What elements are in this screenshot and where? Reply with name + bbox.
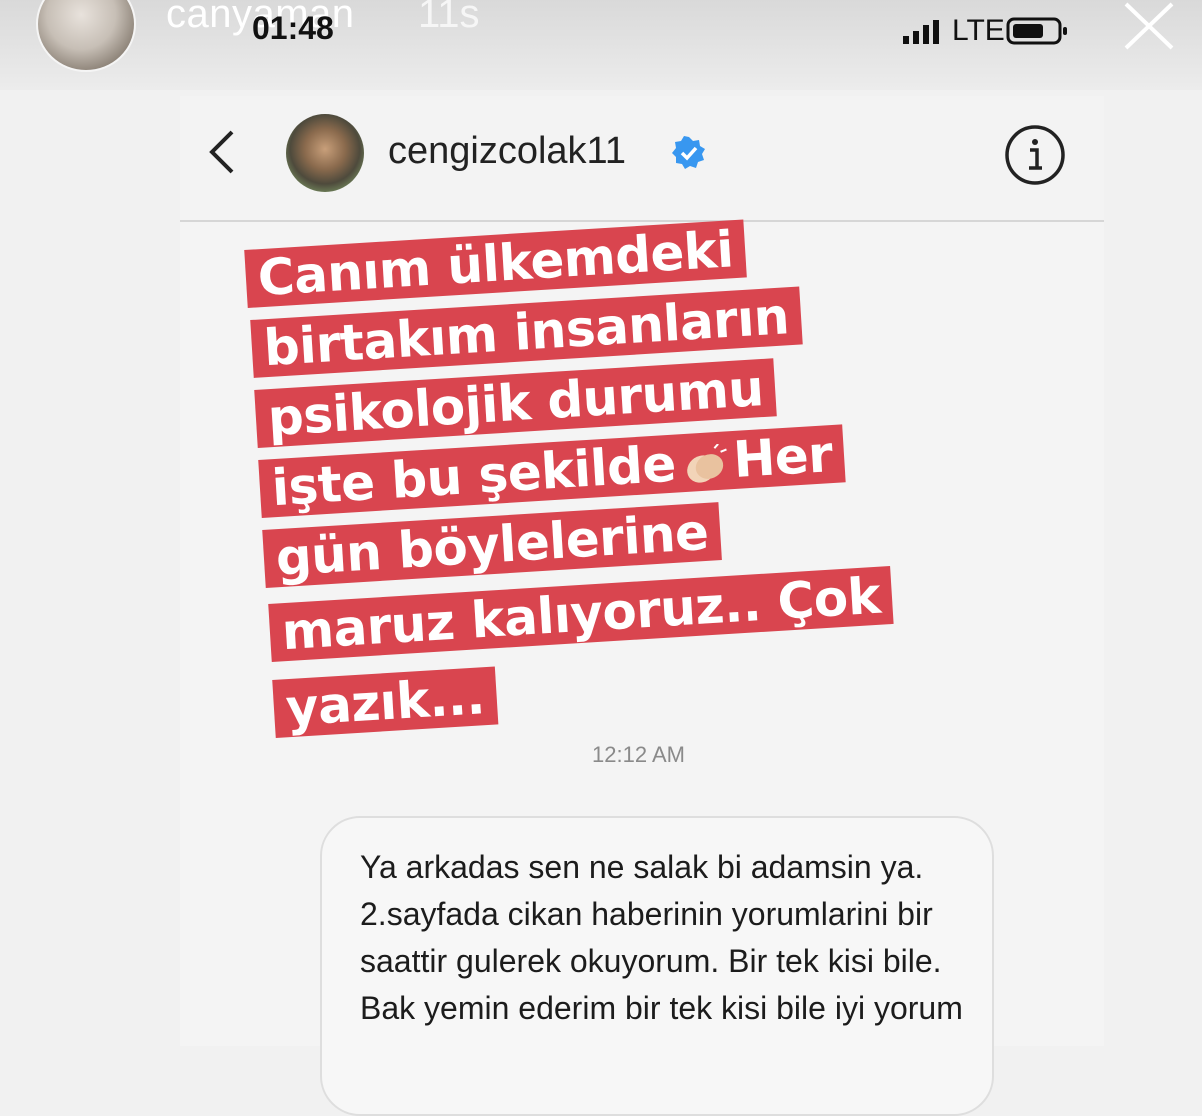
dm-avatar[interactable] [286,114,364,192]
verified-icon [672,136,705,169]
story-time-ago: 11s [418,0,480,36]
back-icon[interactable] [206,128,236,176]
signal-icon [903,20,939,44]
story-avatar[interactable] [36,0,136,72]
message-bubble[interactable]: Ya arkadas sen ne salak bi adamsin ya. 2… [320,816,994,1116]
message-text: Ya arkadas sen ne salak bi adamsin ya. 2… [360,849,963,1026]
dm-username[interactable]: cengizcolak11 [388,130,626,173]
info-icon[interactable] [1004,124,1066,186]
status-bar-time: 01:48 [252,10,334,46]
sticker-line-text: Her [731,425,834,489]
network-type: LTE [952,14,1005,47]
dm-header: cengizcolak11 [180,96,1104,220]
message-timestamp: 12:12 AM [592,742,685,767]
story-header: canyaman 11s 01:48 LTE [0,0,1202,90]
close-icon[interactable] [1120,2,1178,50]
clapping-hands-icon [687,442,728,483]
battery-icon [1006,17,1067,45]
